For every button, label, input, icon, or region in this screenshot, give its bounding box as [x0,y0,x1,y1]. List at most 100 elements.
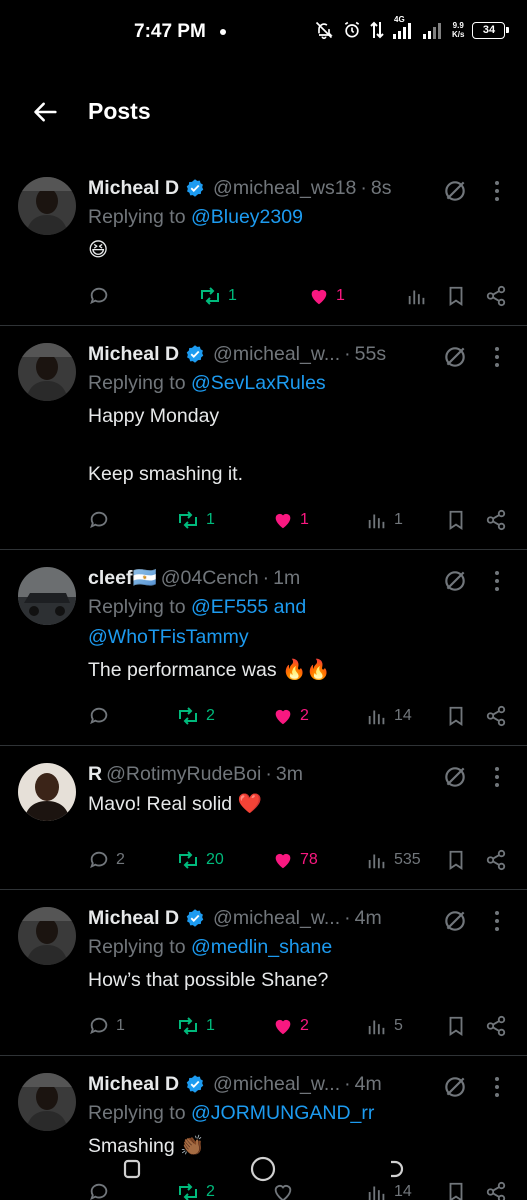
more-options-icon[interactable] [492,766,502,788]
author-name[interactable]: Micheal D [88,343,179,366]
mention-link[interactable]: @medlin_shane [191,936,332,958]
post[interactable]: R @RotimyRudeBoi · 3m Mavo! Real solid ❤… [0,746,527,890]
post[interactable]: Micheal D @micheal_w... · 4m Replying to… [0,890,527,1056]
author-handle[interactable]: @micheal_w... [213,343,340,366]
post-text-line: Mavo! Real solid ❤️ [88,793,262,815]
mention-link[interactable]: @JORMUNGAND_rr [191,1102,374,1124]
back-gesture-icon [391,1160,404,1178]
more-options-icon[interactable] [492,346,502,368]
author-name[interactable]: Micheal D [88,177,179,200]
like-button[interactable]: 1 [308,282,345,310]
mention-link[interactable]: @SevLaxRules [191,372,326,394]
home-button[interactable] [246,1152,280,1186]
grok-icon[interactable] [442,344,468,370]
avatar[interactable] [18,567,76,625]
like-button[interactable]: 2 [272,702,309,730]
back-nav-button[interactable] [378,1152,412,1186]
mention-link[interactable]: @Bluey2309 [191,206,303,228]
share-button[interactable] [485,1012,507,1040]
author-name[interactable]: R [88,763,102,786]
retweet-icon [179,851,197,869]
author-handle[interactable]: @micheal_w... [213,907,340,930]
replying-prefix: Replying to [88,1102,186,1124]
retweet-icon [179,1017,197,1035]
bookmark-button[interactable] [445,702,467,730]
author-name[interactable]: Micheal D [88,907,179,930]
retweet-button[interactable]: 2 [176,702,215,730]
author-name[interactable]: cleef🇦🇷 [88,566,157,590]
post-time[interactable]: 1m [273,567,300,590]
more-options-icon[interactable] [492,570,502,592]
retweet-button[interactable]: 20 [176,846,224,874]
reply-icon [90,511,108,529]
mention-link[interactable]: @WhoTFisTammy [88,626,249,648]
bookmark-button[interactable] [445,506,467,534]
post[interactable]: Micheal D @micheal_w... · 55s Replying t… [0,326,527,550]
reply-button[interactable] [88,702,116,730]
post[interactable]: cleef🇦🇷 @04Cench · 1m Replying to @EF555… [0,550,527,746]
retweet-button[interactable]: 1 [176,506,215,534]
share-button[interactable] [485,506,507,534]
like-button[interactable]: 2 [272,1012,309,1040]
bookmark-icon [449,706,463,726]
more-options-icon[interactable] [492,180,502,202]
post-time[interactable]: 55s [355,343,386,366]
post-text: Happy Monday Keep smashing it. [88,402,527,489]
heart-filled-icon [275,853,291,869]
separator: · [360,176,367,199]
retweet-button[interactable]: 1 [176,1012,215,1040]
reply-button[interactable]: 1 [88,1012,125,1040]
avatar[interactable] [18,177,76,235]
avatar[interactable] [18,1073,76,1131]
like-button[interactable]: 1 [272,506,309,534]
grok-icon[interactable] [442,568,468,594]
author-handle[interactable]: @RotimyRudeBoi [106,763,261,786]
share-button[interactable] [485,846,507,874]
recent-apps-button[interactable] [115,1152,149,1186]
grok-icon[interactable] [442,178,468,204]
retweet-count: 1 [228,287,237,304]
bookmark-button[interactable] [445,282,467,310]
post-text-line: Keep smashing it. [88,463,244,485]
share-button[interactable] [485,702,507,730]
post-time[interactable]: 8s [371,177,392,200]
retweet-count: 20 [206,851,224,868]
post[interactable]: Micheal D @micheal_ws18 · 8s Replying to… [0,160,527,326]
views-button[interactable]: 5 [366,1012,403,1040]
author-handle[interactable]: @04Cench [161,567,259,590]
reply-icon [90,287,108,305]
more-options-icon[interactable] [492,1076,502,1098]
reply-button[interactable] [88,282,116,310]
mention-link[interactable]: @EF555 and [191,596,306,618]
bookmark-button[interactable] [445,846,467,874]
grok-icon[interactable] [442,764,468,790]
grok-icon[interactable] [442,908,468,934]
avatar[interactable] [18,343,76,401]
share-icon [486,285,506,307]
reply-button[interactable]: 2 [88,846,125,874]
avatar[interactable] [18,763,76,821]
post-time[interactable]: 4m [355,1073,382,1096]
like-button[interactable]: 78 [272,846,318,874]
views-button[interactable]: 14 [366,702,412,730]
views-button[interactable] [406,282,434,310]
avatar[interactable] [18,907,76,965]
back-button[interactable] [30,96,62,128]
more-options-icon[interactable] [492,910,502,932]
author-handle[interactable]: @micheal_w... [213,1073,340,1096]
reply-button[interactable] [88,506,116,534]
post-time[interactable]: 3m [276,763,303,786]
author-handle[interactable]: @micheal_ws18 [213,177,356,200]
bookmark-button[interactable] [445,1012,467,1040]
views-button[interactable]: 1 [366,506,403,534]
view-count: 14 [394,707,412,724]
post-time[interactable]: 4m [355,907,382,930]
post-text: Mavo! Real solid ❤️ [88,790,527,819]
views-button[interactable]: 535 [366,846,421,874]
share-button[interactable] [485,282,507,310]
replying-prefix: Replying to [88,206,186,228]
author-name[interactable]: Micheal D [88,1073,179,1096]
grok-icon[interactable] [442,1074,468,1100]
retweet-icon [179,511,197,529]
retweet-button[interactable]: 1 [198,282,237,310]
